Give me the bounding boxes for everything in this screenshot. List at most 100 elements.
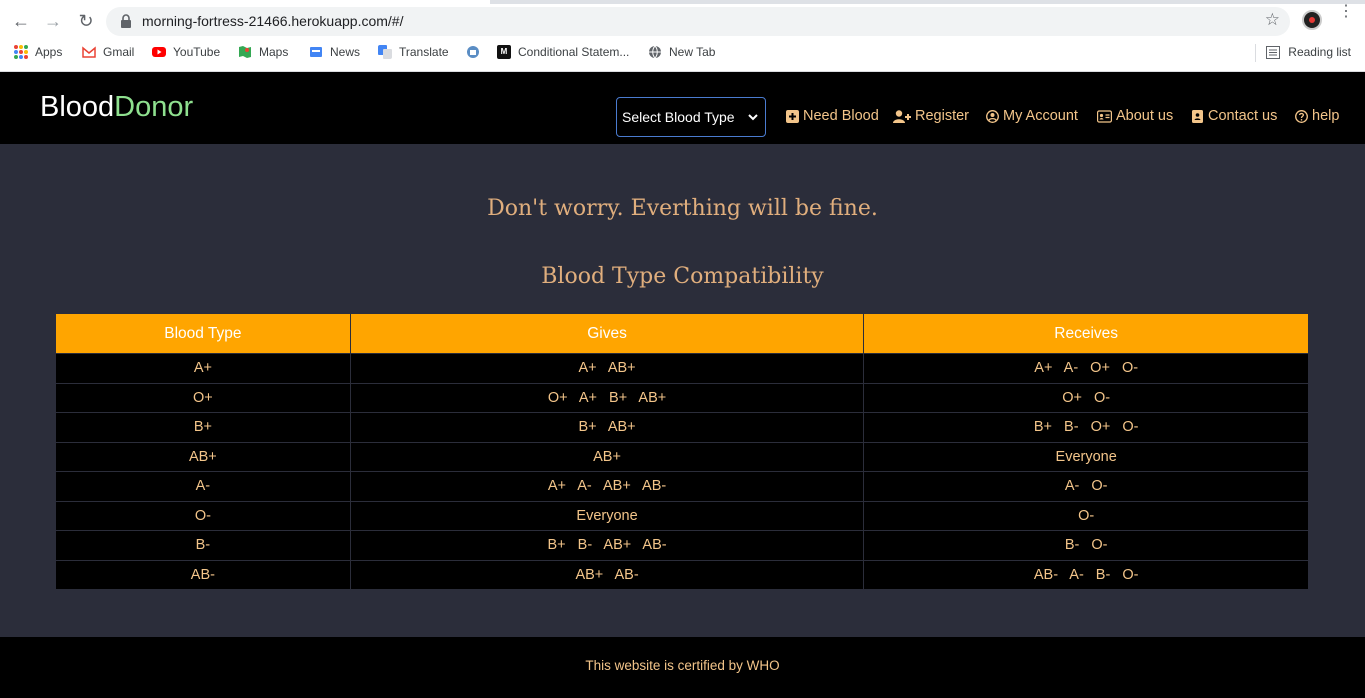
bookmark-label: YouTube [173,45,221,59]
blood-type-select-value: Select Blood Type [622,109,735,125]
nav-label: help [1312,108,1340,124]
table-row: A+ A+ AB+ A+ A- O+ O- [55,353,1309,384]
site-footer: This website is certified by WHO [0,637,1365,698]
globe-icon [649,45,661,59]
user-circle-icon [986,109,999,123]
reading-list-icon [1266,45,1281,59]
nav-my-account[interactable]: My Account [986,108,1078,124]
cell-receives: Everyone [863,441,1309,472]
bookmarks-bar: Apps Gmail YouTube Maps News Translate M… [0,40,1365,66]
reading-list-button[interactable]: Reading list [1266,45,1351,59]
bookmarks-divider [1255,44,1256,62]
nav-need-blood[interactable]: Need Blood [786,108,879,124]
cell-receives: A+ A- O+ O- [863,353,1309,384]
bookmark-label: Translate [399,45,449,59]
nav-label: Register [915,108,969,124]
cell-blood-type: O+ [55,382,351,413]
nav-label: About us [1116,108,1174,124]
footer-text: This website is certified by WHO [585,658,780,673]
blood-type-select[interactable]: Select Blood Type [616,97,766,137]
tab-strip [0,0,1365,4]
cell-blood-type: A- [55,471,351,502]
nav-label: My Account [1003,108,1078,124]
compatibility-title: Blood Type Compatibility [541,264,824,289]
nav-about-us[interactable]: About us [1097,108,1173,124]
url-text: morning-fortress-21466.herokuapp.com/#/ [142,13,404,29]
nav-label: Need Blood [803,108,879,124]
bookmark-label: Gmail [103,45,135,59]
cell-blood-type: B+ [55,412,351,443]
table-row: AB- AB+ AB- AB- A- B- O- [55,559,1309,590]
cell-receives: B+ B- O+ O- [863,412,1309,443]
bookmark-unnamed[interactable] [466,45,480,59]
bookmark-label: Apps [35,45,63,59]
cell-receives: O- [863,500,1309,531]
nav-contact-us[interactable]: Contact us [1191,108,1277,124]
table-row: AB+ AB+ Everyone [55,441,1309,472]
bookmark-label: Maps [259,45,289,59]
nav-register[interactable]: Register [893,108,969,124]
reload-icon[interactable]: ↻ [75,10,97,32]
cell-gives: A+ AB+ [349,353,865,384]
table-header-row: Blood Type Gives Receives [55,313,1309,354]
question-circle-icon [1295,109,1308,123]
bookmark-gmail[interactable]: Gmail [82,45,134,59]
news-icon [310,47,322,57]
bookmark-label: Conditional Statem... [518,45,630,59]
address-bar[interactable]: morning-fortress-21466.herokuapp.com/#/ … [106,7,1290,36]
translate-icon [378,45,392,59]
compatibility-table: Blood Type Gives Receives A+ A+ AB+ A+ A… [55,313,1309,590]
forward-icon[interactable]: → [42,10,64,32]
maps-icon [239,46,251,58]
table-row: B+ B+ AB+ B+ B- O+ O- [55,412,1309,443]
cell-gives: Everyone [349,500,865,531]
table-row: A- A+ A- AB+ AB- A- O- [55,471,1309,502]
cell-blood-type: AB- [55,559,351,590]
cell-blood-type: A+ [55,353,351,384]
column-header-blood-type: Blood Type [55,313,351,354]
table-row: O+ O+ A+ B+ AB+ O+ O- [55,382,1309,413]
table-row: O- Everyone O- [55,500,1309,531]
cell-gives: O+ A+ B+ AB+ [349,382,865,413]
reading-list-label: Reading list [1288,45,1351,59]
column-header-gives: Gives [349,313,865,354]
cell-receives: O+ O- [863,382,1309,413]
browser-menu-icon[interactable]: ⋮ [1338,4,1354,20]
cell-gives: AB+ [349,441,865,472]
brand-logo[interactable]: BloodDonor [40,91,193,124]
profile-avatar[interactable] [1302,10,1322,30]
column-header-receives: Receives [863,313,1309,354]
cell-receives: B- O- [863,530,1309,561]
cell-gives: AB+ AB- [349,559,865,590]
bookmark-label: New Tab [669,45,716,59]
cell-gives: B+ B- AB+ AB- [349,530,865,561]
site-header: BloodDonor Select Blood Type Need Blood … [0,72,1365,144]
bookmark-youtube[interactable]: YouTube [152,45,220,59]
cell-receives: A- O- [863,471,1309,502]
apps-icon [14,45,28,59]
bookmark-conditional[interactable]: M Conditional Statem... [497,45,629,59]
cell-gives: B+ AB+ [349,412,865,443]
cell-blood-type: B- [55,530,351,561]
codecademy-icon: M [497,45,511,59]
bookmark-label: News [330,45,361,59]
cell-gives: A+ A- AB+ AB- [349,471,865,502]
user-plus-icon [893,109,911,123]
bookmark-apps[interactable]: Apps [14,45,62,59]
nav-help[interactable]: help [1295,108,1339,124]
bookmark-newtab[interactable]: New Tab [648,45,715,59]
cell-receives: AB- A- B- O- [863,559,1309,590]
chevron-down-icon [748,114,758,121]
bookmark-maps[interactable]: Maps [238,45,288,59]
bookmark-news[interactable]: News [309,45,360,59]
plus-square-icon [786,109,799,123]
bookmark-star-icon[interactable]: ☆ [1265,10,1280,30]
bookmark-translate[interactable]: Translate [378,45,449,59]
cell-blood-type: O- [55,500,351,531]
lock-icon [121,14,131,28]
bookmark-icon [467,46,479,58]
address-book-icon [1192,109,1203,123]
brand-part-blood: Blood [40,91,115,123]
back-icon[interactable]: ← [10,10,32,32]
nav-label: Contact us [1208,108,1278,124]
